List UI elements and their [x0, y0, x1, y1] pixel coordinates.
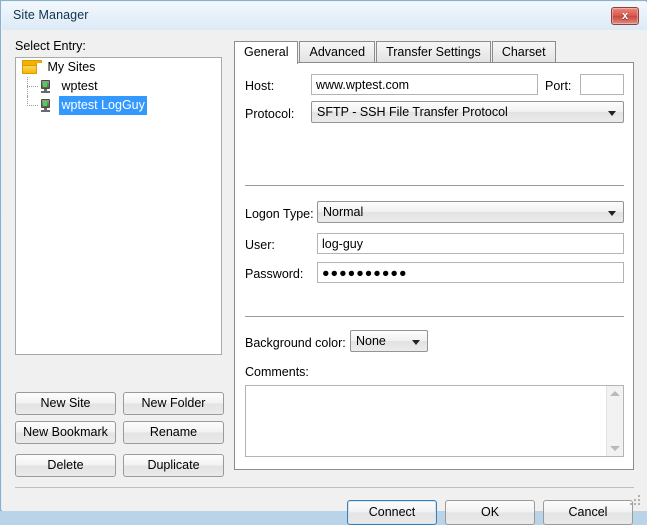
tab-advanced[interactable]: Advanced	[299, 41, 376, 63]
general-tab-panel: Host: Port: Protocol: SFTP - SSH File Tr…	[234, 62, 634, 470]
protocol-select[interactable]: SFTP - SSH File Transfer Protocol	[311, 101, 624, 123]
new-folder-button[interactable]: New Folder	[123, 392, 224, 415]
site-tree[interactable]: My Sites wptest wptest LogGuy	[15, 57, 222, 355]
site-manager-window: Site Manager x Select Entry: My Sites wp…	[0, 0, 647, 525]
protocol-select-value: SFTP - SSH File Transfer Protocol	[317, 105, 508, 119]
background-color-select[interactable]: None	[350, 330, 428, 352]
tree-item-label: My Sites	[47, 60, 96, 75]
chevron-down-icon	[608, 111, 616, 116]
footer-divider	[15, 487, 634, 488]
user-input[interactable]	[317, 233, 624, 254]
logon-type-select-value: Normal	[323, 205, 364, 219]
chevron-down-icon	[608, 211, 616, 216]
tree-item-wptest-logguy[interactable]: wptest LogGuy	[16, 96, 221, 116]
folder-icon	[22, 59, 42, 74]
rename-button[interactable]: Rename	[123, 421, 224, 444]
divider-1	[245, 185, 624, 186]
delete-button[interactable]: Delete	[15, 454, 116, 477]
close-icon: x	[621, 10, 629, 22]
tab-general[interactable]: General	[234, 41, 299, 64]
window-title: Site Manager	[13, 8, 89, 22]
dialog-body: Select Entry: My Sites wptest wptest Log…	[2, 30, 647, 525]
protocol-label: Protocol:	[245, 107, 295, 121]
scroll-down-icon[interactable]	[610, 446, 620, 451]
host-label: Host:	[245, 79, 275, 93]
scroll-up-icon[interactable]	[610, 391, 620, 396]
tab-bar: General Advanced Transfer Settings Chars…	[234, 41, 557, 64]
new-bookmark-button[interactable]: New Bookmark	[15, 421, 116, 444]
host-input[interactable]	[311, 74, 538, 95]
title-bar: Site Manager x	[2, 2, 647, 30]
select-entry-label: Select Entry:	[15, 39, 86, 53]
background-color-label: Background color:	[245, 336, 346, 350]
new-site-button[interactable]: New Site	[15, 392, 116, 415]
logon-type-select[interactable]: Normal	[317, 201, 624, 223]
ok-button[interactable]: OK	[445, 500, 535, 525]
connect-button[interactable]: Connect	[347, 500, 437, 525]
tree-line-icon	[27, 105, 38, 107]
cancel-button[interactable]: Cancel	[543, 500, 633, 525]
comments-textarea[interactable]	[245, 385, 624, 457]
comments-label: Comments:	[245, 365, 309, 379]
server-icon	[40, 80, 51, 94]
user-label: User:	[245, 238, 275, 252]
password-label: Password:	[245, 267, 304, 281]
password-input[interactable]	[317, 262, 624, 283]
server-icon	[40, 99, 51, 113]
tree-item-label: wptest	[61, 79, 98, 94]
port-input[interactable]	[580, 74, 624, 95]
tree-item-my-sites[interactable]: My Sites	[16, 58, 221, 77]
divider-2	[245, 316, 624, 317]
duplicate-button[interactable]: Duplicate	[123, 454, 224, 477]
background-color-select-value: None	[356, 334, 386, 348]
close-button[interactable]: x	[611, 7, 639, 25]
comments-scrollbar[interactable]	[606, 386, 623, 456]
tab-transfer-settings[interactable]: Transfer Settings	[376, 41, 491, 63]
logon-type-label: Logon Type:	[245, 207, 314, 221]
resize-grip-icon[interactable]	[630, 495, 642, 507]
chevron-down-icon	[412, 340, 420, 345]
tree-item-wptest[interactable]: wptest	[16, 77, 221, 96]
tab-charset[interactable]: Charset	[491, 41, 556, 63]
tree-item-label: wptest LogGuy	[59, 96, 147, 116]
tree-line-icon	[27, 86, 38, 88]
port-label: Port:	[545, 79, 572, 93]
